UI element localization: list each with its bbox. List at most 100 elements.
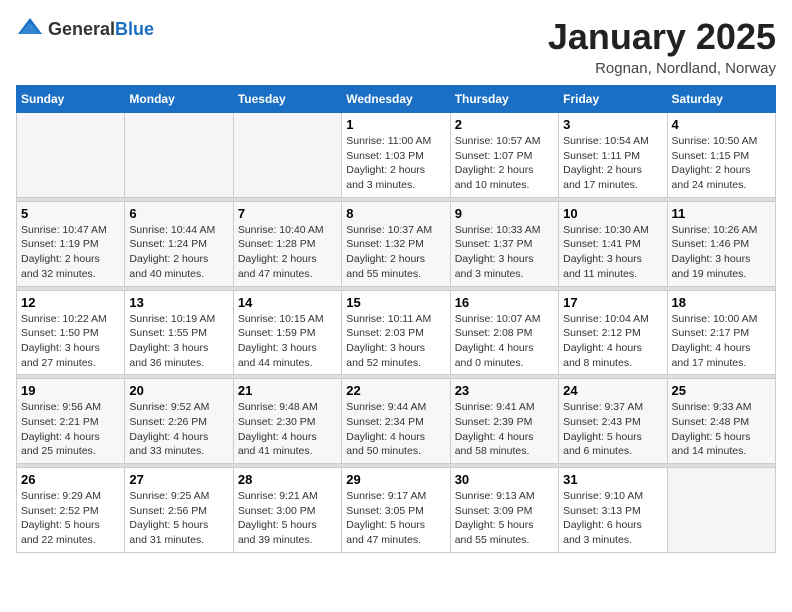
day-number: 25 <box>672 383 771 398</box>
day-info: Sunrise: 11:00 AM Sunset: 1:03 PM Daylig… <box>346 134 445 193</box>
day-info: Sunrise: 9:10 AM Sunset: 3:13 PM Dayligh… <box>563 489 662 548</box>
day-info: Sunrise: 9:21 AM Sunset: 3:00 PM Dayligh… <box>238 489 337 548</box>
day-info: Sunrise: 9:29 AM Sunset: 2:52 PM Dayligh… <box>21 489 120 548</box>
day-info: Sunrise: 10:30 AM Sunset: 1:41 PM Daylig… <box>563 223 662 282</box>
day-number: 23 <box>455 383 554 398</box>
calendar-day: 22 Sunrise: 9:44 AM Sunset: 2:34 PM Dayli… <box>342 379 450 464</box>
calendar-day: 27Sunrise: 9:25 AM Sunset: 2:56 PM Dayli… <box>125 468 233 553</box>
header-monday: Monday <box>125 86 233 113</box>
day-info: Sunrise: 9:17 AM Sunset: 3:05 PM Dayligh… <box>346 489 445 548</box>
day-info: Sunrise: 10:22 AM Sunset: 1:50 PM Daylig… <box>21 312 120 371</box>
day-number: 29 <box>346 472 445 487</box>
calendar-header-row: SundayMondayTuesdayWednesdayThursdayFrid… <box>17 86 776 113</box>
day-info: Sunrise: 9:41 AM Sunset: 2:39 PM Dayligh… <box>455 400 554 459</box>
logo-general: General <box>48 19 115 39</box>
day-info: Sunrise: 10:07 AM Sunset: 2:08 PM Daylig… <box>455 312 554 371</box>
day-info: Sunrise: 9:37 AM Sunset: 2:43 PM Dayligh… <box>563 400 662 459</box>
day-number: 8 <box>346 206 445 221</box>
calendar-week-row: 19 Sunrise: 9:56 AM Sunset: 2:21 PM Dayli… <box>17 379 776 464</box>
calendar-day: 29 Sunrise: 9:17 AM Sunset: 3:05 PM Dayli… <box>342 468 450 553</box>
calendar-day: 12 Sunrise: 10:22 AM Sunset: 1:50 PM Dayl… <box>17 290 125 375</box>
calendar-day: 19 Sunrise: 9:56 AM Sunset: 2:21 PM Dayli… <box>17 379 125 464</box>
calendar-day: 6 Sunrise: 10:44 AM Sunset: 1:24 PM Dayli… <box>125 201 233 286</box>
day-number: 10 <box>563 206 662 221</box>
calendar-day: 8 Sunrise: 10:37 AM Sunset: 1:32 PM Dayli… <box>342 201 450 286</box>
calendar-week-row: 12 Sunrise: 10:22 AM Sunset: 1:50 PM Dayl… <box>17 290 776 375</box>
day-info: Sunrise: 10:40 AM Sunset: 1:28 PM Daylig… <box>238 223 337 282</box>
calendar-day: 30 Sunrise: 9:13 AM Sunset: 3:09 PM Dayli… <box>450 468 558 553</box>
day-info: Sunrise: 10:37 AM Sunset: 1:32 PM Daylig… <box>346 223 445 282</box>
day-number: 21 <box>238 383 337 398</box>
calendar-week-row: 26 Sunrise: 9:29 AM Sunset: 2:52 PM Dayli… <box>17 468 776 553</box>
day-number: 16 <box>455 295 554 310</box>
calendar-day <box>233 113 341 198</box>
calendar-week-row: 5 Sunrise: 10:47 AM Sunset: 1:19 PM Dayli… <box>17 201 776 286</box>
day-info: Sunrise: 10:50 AM Sunset: 1:15 PM Daylig… <box>672 134 771 193</box>
day-number: 28 <box>238 472 337 487</box>
calendar-day: 15Sunrise: 10:11 AM Sunset: 2:03 PM Dayl… <box>342 290 450 375</box>
logo-icon <box>16 16 44 43</box>
day-number: 3 <box>563 117 662 132</box>
calendar-day: 5 Sunrise: 10:47 AM Sunset: 1:19 PM Dayli… <box>17 201 125 286</box>
day-number: 6 <box>129 206 228 221</box>
calendar-day: 7 Sunrise: 10:40 AM Sunset: 1:28 PM Dayli… <box>233 201 341 286</box>
day-info: Sunrise: 10:47 AM Sunset: 1:19 PM Daylig… <box>21 223 120 282</box>
day-info: Sunrise: 9:56 AM Sunset: 2:21 PM Dayligh… <box>21 400 120 459</box>
day-number: 18 <box>672 295 771 310</box>
day-info: Sunrise: 9:44 AM Sunset: 2:34 PM Dayligh… <box>346 400 445 459</box>
day-info: Sunrise: 10:15 AM Sunset: 1:59 PM Daylig… <box>238 312 337 371</box>
day-info: Sunrise: 9:13 AM Sunset: 3:09 PM Dayligh… <box>455 489 554 548</box>
calendar-day: 16 Sunrise: 10:07 AM Sunset: 2:08 PM Dayl… <box>450 290 558 375</box>
day-info: Sunrise: 9:33 AM Sunset: 2:48 PM Dayligh… <box>672 400 771 459</box>
calendar-day: 3 Sunrise: 10:54 AM Sunset: 1:11 PM Dayli… <box>559 113 667 198</box>
day-number: 20 <box>129 383 228 398</box>
calendar-day: 25 Sunrise: 9:33 AM Sunset: 2:48 PM Dayli… <box>667 379 775 464</box>
day-number: 5 <box>21 206 120 221</box>
month-title: January 2025 <box>548 16 776 58</box>
day-number: 30 <box>455 472 554 487</box>
day-number: 4 <box>672 117 771 132</box>
calendar-day: 28 Sunrise: 9:21 AM Sunset: 3:00 PM Dayli… <box>233 468 341 553</box>
day-number: 22 <box>346 383 445 398</box>
header-saturday: Saturday <box>667 86 775 113</box>
logo-blue: Blue <box>115 19 154 39</box>
calendar-day: 9Sunrise: 10:33 AM Sunset: 1:37 PM Dayli… <box>450 201 558 286</box>
day-info: Sunrise: 10:11 AM Sunset: 2:03 PM Daylig… <box>346 312 445 371</box>
subtitle: Rognan, Nordland, Norway <box>548 60 776 77</box>
day-number: 31 <box>563 472 662 487</box>
day-info: Sunrise: 9:48 AM Sunset: 2:30 PM Dayligh… <box>238 400 337 459</box>
day-info: Sunrise: 10:04 AM Sunset: 2:12 PM Daylig… <box>563 312 662 371</box>
day-number: 9 <box>455 206 554 221</box>
calendar-day: 18 Sunrise: 10:00 AM Sunset: 2:17 PM Dayl… <box>667 290 775 375</box>
day-info: Sunrise: 9:52 AM Sunset: 2:26 PM Dayligh… <box>129 400 228 459</box>
day-number: 13 <box>129 295 228 310</box>
logo: GeneralBlue <box>16 16 154 43</box>
day-info: Sunrise: 10:54 AM Sunset: 1:11 PM Daylig… <box>563 134 662 193</box>
calendar-day: 11Sunrise: 10:26 AM Sunset: 1:46 PM Dayl… <box>667 201 775 286</box>
day-info: Sunrise: 10:44 AM Sunset: 1:24 PM Daylig… <box>129 223 228 282</box>
day-number: 26 <box>21 472 120 487</box>
header-sunday: Sunday <box>17 86 125 113</box>
calendar-table: SundayMondayTuesdayWednesdayThursdayFrid… <box>16 85 776 553</box>
day-number: 14 <box>238 295 337 310</box>
calendar-day: 13 Sunrise: 10:19 AM Sunset: 1:55 PM Dayl… <box>125 290 233 375</box>
title-section: January 2025 Rognan, Nordland, Norway <box>548 16 776 77</box>
day-number: 2 <box>455 117 554 132</box>
day-info: Sunrise: 9:25 AM Sunset: 2:56 PM Dayligh… <box>129 489 228 548</box>
day-number: 12 <box>21 295 120 310</box>
calendar-day: 20 Sunrise: 9:52 AM Sunset: 2:26 PM Dayli… <box>125 379 233 464</box>
calendar-day: 2Sunrise: 10:57 AM Sunset: 1:07 PM Dayli… <box>450 113 558 198</box>
header-friday: Friday <box>559 86 667 113</box>
calendar-day: 17Sunrise: 10:04 AM Sunset: 2:12 PM Dayl… <box>559 290 667 375</box>
day-number: 19 <box>21 383 120 398</box>
page-header: GeneralBlue January 2025 Rognan, Nordlan… <box>16 16 776 77</box>
day-info: Sunrise: 10:19 AM Sunset: 1:55 PM Daylig… <box>129 312 228 371</box>
calendar-day: 14 Sunrise: 10:15 AM Sunset: 1:59 PM Dayl… <box>233 290 341 375</box>
day-number: 1 <box>346 117 445 132</box>
day-info: Sunrise: 10:00 AM Sunset: 2:17 PM Daylig… <box>672 312 771 371</box>
day-number: 7 <box>238 206 337 221</box>
calendar-day: 24 Sunrise: 9:37 AM Sunset: 2:43 PM Dayli… <box>559 379 667 464</box>
calendar-day <box>125 113 233 198</box>
calendar-day: 10 Sunrise: 10:30 AM Sunset: 1:41 PM Dayl… <box>559 201 667 286</box>
day-number: 24 <box>563 383 662 398</box>
